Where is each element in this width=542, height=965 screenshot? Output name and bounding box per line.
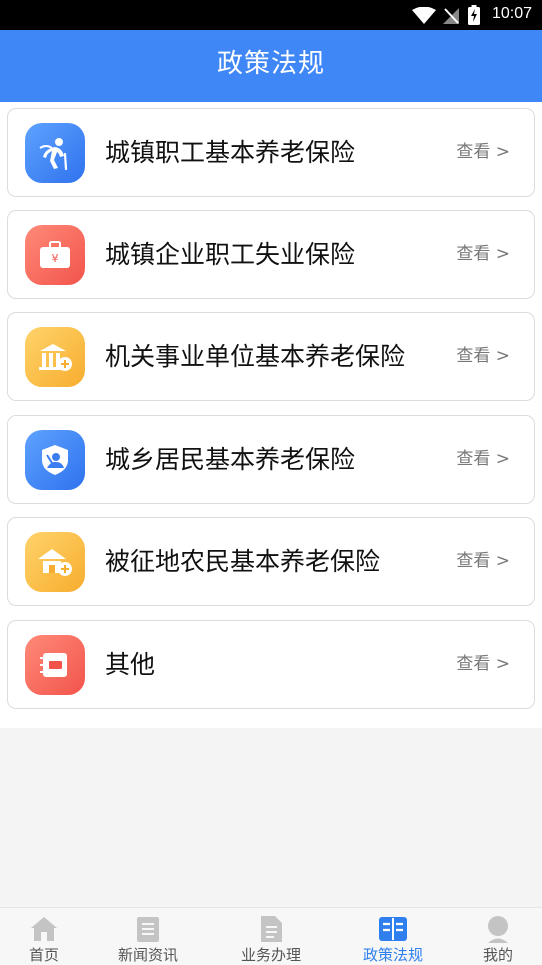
view-link[interactable]: 查看 >	[456, 416, 510, 503]
notebook-icon	[25, 635, 85, 695]
status-time: 10:07	[491, 5, 532, 22]
bottom-nav: 首页 新闻资讯 业务办理 政策法规 我的	[0, 907, 542, 965]
policy-item-label: 被征地农民基本养老保险	[105, 547, 381, 576]
policy-item-urban-unemployment[interactable]: ¥ 城镇企业职工失业保险 查看 >	[7, 210, 535, 299]
shield-person-icon	[25, 430, 85, 490]
nav-label: 业务办理	[240, 946, 301, 964]
nav-label: 我的	[482, 946, 513, 964]
nav-label: 首页	[28, 946, 59, 964]
view-link[interactable]: 查看 >	[456, 621, 510, 708]
nav-item-policy[interactable]: 政策法规	[343, 908, 443, 965]
policy-item-land-expropriated-farmer-pension[interactable]: 被征地农民基本养老保险 查看 >	[7, 517, 535, 606]
nav-item-business[interactable]: 业务办理	[221, 908, 321, 965]
policy-item-label: 城镇职工基本养老保险	[105, 138, 356, 167]
policy-item-other[interactable]: 其他 查看 >	[7, 620, 535, 709]
policy-item-urban-rural-resident-pension[interactable]: 城乡居民基本养老保险 查看 >	[7, 415, 535, 504]
view-link[interactable]: 查看 >	[456, 211, 510, 298]
home-icon	[31, 917, 57, 941]
page-title: 政策法规	[0, 30, 542, 102]
policy-item-urban-employee-pension[interactable]: 城镇职工基本养老保险 查看 >	[7, 108, 535, 197]
view-link[interactable]: 查看 >	[456, 313, 510, 400]
policy-item-label: 机关事业单位基本养老保险	[105, 342, 406, 371]
policy-item-label: 城镇企业职工失业保险	[105, 240, 356, 269]
view-link[interactable]: 查看 >	[456, 109, 510, 196]
battery-charging-icon	[468, 5, 480, 25]
no-signal-icon	[443, 8, 459, 24]
wifi-icon	[412, 7, 436, 24]
nav-item-mine[interactable]: 我的	[448, 908, 542, 965]
nav-item-home[interactable]: 首页	[0, 908, 94, 965]
news-icon	[137, 917, 159, 942]
farmhouse-icon	[25, 532, 85, 592]
nav-label: 政策法规	[362, 946, 423, 964]
policy-item-label: 城乡居民基本养老保险	[105, 445, 356, 474]
policy-item-label: 其他	[105, 650, 156, 679]
nav-item-news[interactable]: 新闻资讯	[98, 908, 198, 965]
policy-item-government-agency-pension[interactable]: 机关事业单位基本养老保险 查看 >	[7, 312, 535, 401]
nav-label: 新闻资讯	[117, 946, 178, 964]
document-icon	[261, 916, 282, 942]
svg-text:¥: ¥	[52, 252, 59, 265]
status-bar: 10:07	[0, 0, 542, 30]
policy-list: 城镇职工基本养老保险 查看 > ¥ 城镇企业职工失业保险 查看 > 机关事业单位…	[0, 102, 542, 728]
elderly-walking-icon	[25, 123, 85, 183]
briefcase-yuan-icon: ¥	[25, 225, 85, 285]
view-link[interactable]: 查看 >	[456, 518, 510, 605]
policy-book-icon	[379, 917, 407, 941]
government-building-icon	[25, 327, 85, 387]
user-icon	[488, 916, 508, 943]
